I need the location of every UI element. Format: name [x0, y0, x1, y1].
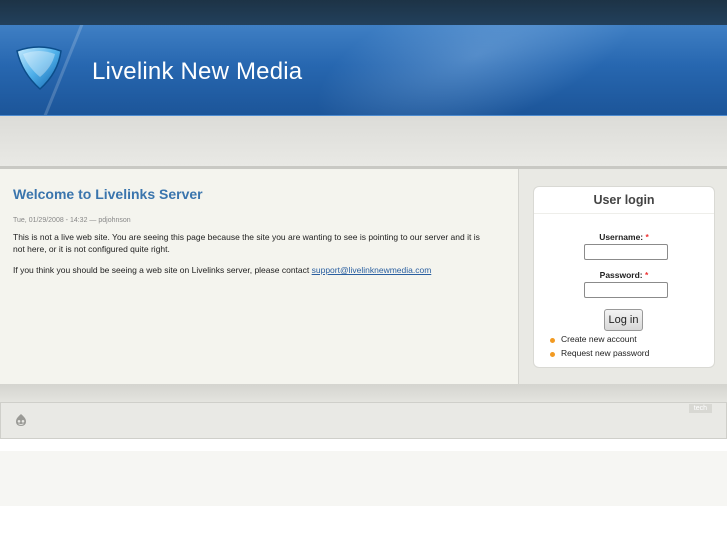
- header-glow: [293, 25, 661, 115]
- user-login-block: User login Username: * Password: * Log i…: [533, 186, 715, 368]
- username-label: Username: *: [534, 232, 714, 242]
- contact-text: If you think you should be seeing a web …: [13, 265, 312, 275]
- list-item: Create new account: [550, 333, 649, 347]
- username-label-text: Username:: [599, 232, 644, 242]
- login-links: Create new account Request new password: [550, 333, 649, 360]
- site-header: Livelink New Media: [0, 25, 727, 116]
- username-input[interactable]: [584, 244, 668, 260]
- login-divider: [534, 213, 714, 214]
- site-logo[interactable]: [14, 43, 64, 93]
- password-input[interactable]: [584, 282, 668, 298]
- password-label: Password: *: [534, 270, 714, 280]
- separator-band: [0, 384, 727, 402]
- page-title[interactable]: Welcome to Livelinks Server: [13, 186, 203, 202]
- submitted-info: Tue, 01/29/2008 - 14:32 — pdjohnson: [13, 217, 131, 224]
- password-required-marker: *: [645, 270, 649, 280]
- password-label-text: Password:: [599, 270, 643, 280]
- bottom-band: [0, 451, 727, 506]
- top-bar: [0, 0, 727, 25]
- nav-band: [0, 116, 727, 169]
- bullet-icon: [550, 351, 555, 357]
- list-item: Request new password: [550, 347, 649, 361]
- login-title: User login: [593, 193, 655, 207]
- request-password-link[interactable]: Request new password: [561, 348, 649, 358]
- footer-tag[interactable]: tech: [688, 404, 712, 413]
- bullet-icon: [550, 338, 555, 343]
- login-button[interactable]: Log in: [604, 309, 643, 331]
- create-account-link[interactable]: Create new account: [561, 334, 637, 344]
- username-required-marker: *: [645, 232, 649, 242]
- footer: tech: [0, 402, 727, 439]
- body-paragraph-1: This is not a live web site. You are see…: [13, 232, 480, 254]
- body-paragraph-2: If you think you should be seeing a web …: [13, 264, 503, 276]
- site-name[interactable]: Livelink New Media: [92, 58, 302, 86]
- drupal-icon[interactable]: [14, 413, 28, 427]
- support-email-link[interactable]: support@livelinknewmedia.com: [312, 265, 432, 275]
